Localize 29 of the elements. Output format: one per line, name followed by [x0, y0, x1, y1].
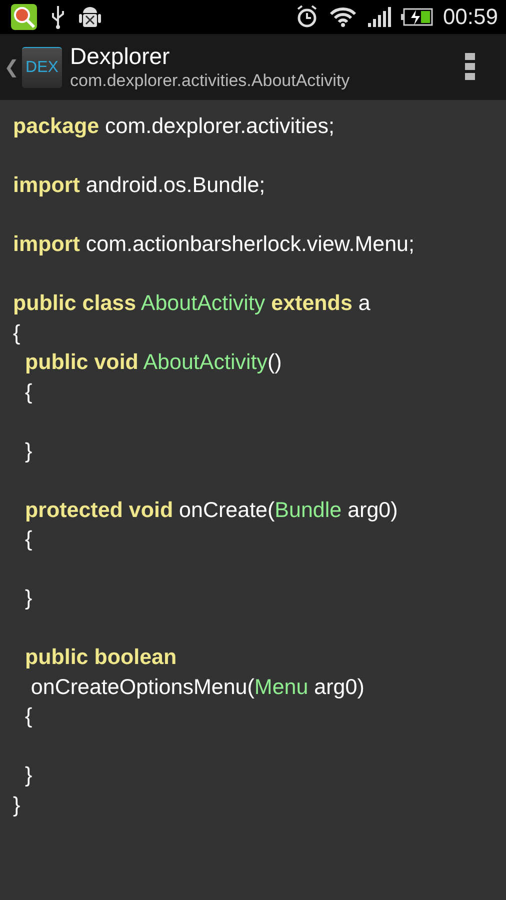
activity-subtitle: com.dexplorer.activities.AboutActivity: [70, 70, 351, 92]
back-chevron[interactable]: ❮: [4, 56, 19, 78]
code-line: import android.os.Bundle;: [13, 173, 266, 197]
code-line: protected void onCreate(Bundle arg0): [24, 498, 398, 522]
code-line: }: [24, 438, 32, 462]
app-title: Dexplorer: [70, 42, 171, 70]
code-line: {: [13, 320, 20, 344]
code-line: }: [24, 763, 32, 787]
code-line: onCreateOptionsMenu(Menu arg0): [30, 674, 364, 698]
code-line: {: [24, 527, 32, 551]
code-line: }: [24, 586, 32, 610]
code-line: }: [13, 792, 20, 816]
code-line: public void AboutActivity(): [24, 350, 282, 374]
code-line: package com.dexplorer.activities;: [13, 114, 334, 138]
app-logo: DEX: [22, 46, 62, 88]
code-line: import com.actionbarsherlock.view.Menu;: [13, 232, 414, 256]
code-line: {: [24, 380, 32, 404]
magnifier-app-icon: [10, 3, 38, 31]
clock-time: 00:59: [442, 4, 498, 30]
android-debug-icon: [78, 4, 102, 30]
signal-icon: [366, 6, 391, 28]
wifi-icon: [328, 6, 357, 28]
overflow-menu-icon[interactable]: [464, 52, 476, 82]
alarm-clock-icon: [294, 4, 319, 30]
code-line: public boolean: [24, 645, 177, 669]
code-line: {: [24, 704, 32, 728]
usb-icon: [50, 5, 66, 29]
battery-charging-icon: [400, 7, 433, 27]
code-line: public class AboutActivity extends a: [13, 291, 370, 315]
